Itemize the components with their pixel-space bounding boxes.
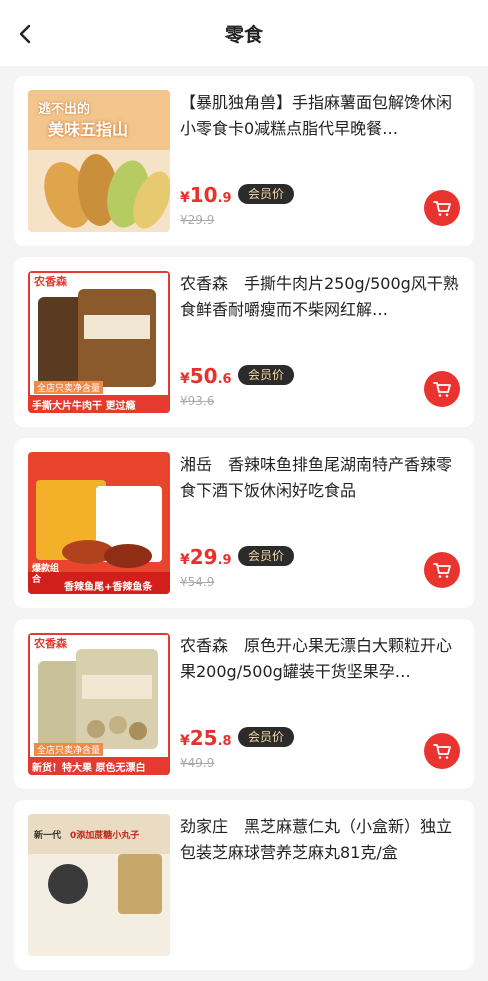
product-name[interactable]: 农香森 原色开心果无漂白大颗粒开心果200g/500g罐装干货坚果孕… [180,633,460,685]
product-card[interactable]: 农香森 全店只卖净含量 手撕大片牛肉干 更过瘾 农香森 手撕牛肉片250g/50… [14,257,474,427]
add-to-cart-button[interactable] [424,190,460,226]
cart-icon [433,382,451,397]
member-price-badge: 会员价 [238,184,295,204]
product-image: 农香森 全店只卖净含量 新货！特大果 原色无漂白 [28,633,170,775]
product-name[interactable]: 劲家庄 黑芝麻薏仁丸（小盒新）独立包装芝麻球营养芝麻丸81克/盒 [180,814,460,866]
product-card[interactable]: 农香森 全店只卖净含量 新货！特大果 原色无漂白 农香森 原色开心果无漂白大颗粒… [14,619,474,789]
thumb-text: 香辣鱼尾+香辣鱼条 [64,582,153,593]
cart-icon [433,744,451,759]
thumb-text: 爆款组合 [32,564,60,585]
product-name[interactable]: 湘岳 香辣味鱼排鱼尾湖南特产香辣零食下酒下饭休闲好吃食品 [180,452,460,504]
back-arrow-icon[interactable] [12,20,40,48]
original-price: ¥54.9 [180,575,215,589]
product-image: 农香森 全店只卖净含量 手撕大片牛肉干 更过瘾 [28,271,170,413]
page-title: 零食 [224,23,263,46]
thumb-text: 新货！特大果 原色无漂白 [32,763,146,774]
thumb-text: 手撕大片牛肉干 更过瘾 [32,401,136,412]
product-card[interactable]: 逃不出的 美味五指山 【暴肌独角兽】手指麻薯面包解馋休闲小零食卡0减糕点脂代早晚… [14,76,474,246]
thumb-text: 0添加蔗糖小丸子 [70,831,140,841]
product-card[interactable]: 新一代 0添加蔗糖小丸子 劲家庄 黑芝麻薏仁丸（小盒新）独立包装芝麻球营养芝麻丸… [14,800,474,970]
member-price-badge: 会员价 [238,365,295,385]
product-price: ¥50.6 [180,364,232,388]
product-price: ¥25.8 [180,726,232,750]
thumb-text: 全店只卖净含量 [34,381,104,394]
product-card[interactable]: 爆款组合 香辣鱼尾+香辣鱼条 湘岳 香辣味鱼排鱼尾湖南特产香辣零食下酒下饭休闲好… [14,438,474,608]
member-price-badge: 会员价 [238,546,295,566]
cart-icon [433,563,451,578]
thumb-text: 农香森 [34,637,67,650]
thumb-text: 逃不出的 [38,102,91,117]
product-list: 逃不出的 美味五指山 【暴肌独角兽】手指麻薯面包解馋休闲小零食卡0减糕点脂代早晚… [14,76,474,981]
product-image: 爆款组合 香辣鱼尾+香辣鱼条 [28,452,170,594]
thumb-text: 新一代 [34,831,62,841]
original-price: ¥93.6 [180,394,215,408]
thumb-text: 全店只卖净含量 [34,743,104,756]
original-price: ¥29.9 [180,213,215,227]
product-name[interactable]: 农香森 手撕牛肉片250g/500g风干熟食鲜香耐嚼瘦而不柴网红解… [180,271,460,323]
add-to-cart-button[interactable] [424,552,460,588]
thumb-text: 农香森 [34,275,67,288]
original-price: ¥49.9 [180,756,215,770]
thumb-text: 美味五指山 [48,120,129,139]
product-image: 新一代 0添加蔗糖小丸子 [28,814,170,956]
cart-icon [433,201,451,216]
top-bar: 零食 [0,0,488,66]
product-name[interactable]: 【暴肌独角兽】手指麻薯面包解馋休闲小零食卡0减糕点脂代早晚餐… [180,90,460,142]
add-to-cart-button[interactable] [424,371,460,407]
product-price: ¥10.9 [180,183,232,207]
product-price: ¥29.9 [180,545,232,569]
member-price-badge: 会员价 [238,727,295,747]
add-to-cart-button[interactable] [424,733,460,769]
product-image: 逃不出的 美味五指山 [28,90,170,232]
